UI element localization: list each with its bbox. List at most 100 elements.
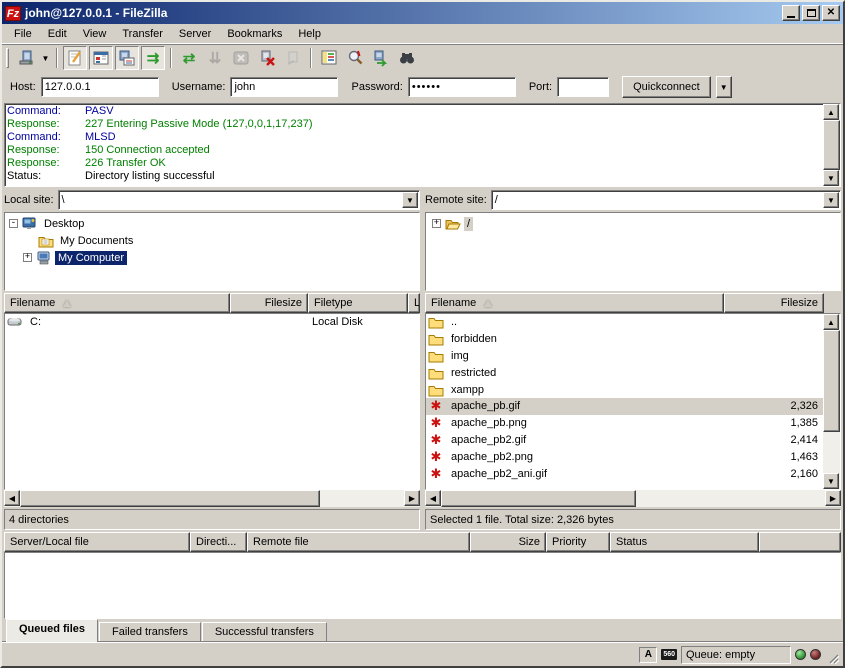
tree-item-my-documents[interactable]: My Documents <box>5 232 419 249</box>
expand-icon[interactable]: + <box>23 253 32 262</box>
expand-icon[interactable]: + <box>432 219 441 228</box>
tab-successful-transfers[interactable]: Successful transfers <box>202 622 327 642</box>
scroll-down-icon[interactable]: ▼ <box>823 473 839 489</box>
local-list-body[interactable]: C: Local Disk <box>4 313 420 490</box>
quickconnect-dropdown[interactable]: ▼ <box>716 76 732 98</box>
menu-bookmarks[interactable]: Bookmarks <box>219 25 290 43</box>
file-row[interactable]: ✱ apache_pb.png 1,385 <box>426 415 823 432</box>
process-queue-button[interactable]: ⇊ <box>203 46 227 70</box>
file-row[interactable]: ✱ apache_pb2.png 1,463 <box>426 448 823 465</box>
scroll-up-icon[interactable]: ▲ <box>823 104 839 120</box>
local-directory-tree[interactable]: - Desktop My Documents + My Computer <box>4 212 420 291</box>
disconnect-button[interactable] <box>255 46 279 70</box>
column-header-direction[interactable]: Directi... <box>190 532 247 552</box>
column-header-status[interactable]: Status <box>610 532 759 552</box>
column-header-filetype[interactable]: Filetype <box>308 293 408 313</box>
password-input[interactable] <box>408 77 516 97</box>
maximize-button[interactable] <box>802 5 820 21</box>
queue-list-body[interactable] <box>4 552 841 619</box>
toggle-message-log-button[interactable] <box>63 46 87 70</box>
scrollbar-thumb[interactable] <box>20 490 320 507</box>
chevron-down-icon[interactable]: ▼ <box>402 192 418 208</box>
menu-edit[interactable]: Edit <box>40 25 75 43</box>
resize-grip[interactable] <box>825 650 839 664</box>
refresh-button[interactable]: ⇄ <box>177 46 201 70</box>
file-row-c-drive[interactable]: C: Local Disk <box>5 314 419 331</box>
column-header-filename[interactable]: Filename <box>425 293 724 313</box>
quickconnect-button[interactable]: Quickconnect <box>622 76 711 98</box>
compare-button[interactable] <box>343 46 367 70</box>
column-header-server-local-file[interactable]: Server/Local file <box>4 532 190 552</box>
minimize-button[interactable] <box>782 5 800 21</box>
column-header-filesize[interactable]: Filesize <box>724 293 824 313</box>
menu-view[interactable]: View <box>75 25 115 43</box>
file-row[interactable]: ✱ apache_pb2_ani.gif 2,160 <box>426 465 823 482</box>
scroll-right-icon[interactable]: ▶ <box>825 490 841 506</box>
scroll-right-icon[interactable]: ▶ <box>404 490 420 506</box>
cancel-button[interactable] <box>229 46 253 70</box>
scrollbar-thumb[interactable] <box>823 120 840 170</box>
tree-item-root[interactable]: + / <box>426 215 840 232</box>
site-manager-dropdown[interactable]: ▼ <box>39 46 52 70</box>
remote-vertical-scrollbar[interactable]: ▲ ▼ <box>823 314 840 489</box>
scrollbar-thumb[interactable] <box>441 490 636 507</box>
toggle-queue-button[interactable]: ⇉ <box>141 46 165 70</box>
close-button[interactable]: ✕ <box>822 5 840 21</box>
column-header-priority[interactable]: Priority <box>546 532 610 552</box>
remote-site-combobox[interactable]: / ▼ <box>491 190 841 210</box>
scrollbar-track[interactable] <box>823 432 840 474</box>
scroll-down-icon[interactable]: ▼ <box>823 170 839 186</box>
tree-item-desktop[interactable]: - Desktop <box>5 215 419 232</box>
file-row[interactable]: forbidden <box>426 331 823 348</box>
tab-failed-transfers[interactable]: Failed transfers <box>99 622 201 642</box>
column-header-filename[interactable]: Filename <box>4 293 230 313</box>
scrollbar-thumb[interactable] <box>823 330 840 432</box>
column-header-filesize[interactable]: Filesize <box>230 293 308 313</box>
menu-server[interactable]: Server <box>171 25 219 43</box>
local-horizontal-scrollbar[interactable]: ◀ ▶ <box>4 490 420 507</box>
scroll-left-icon[interactable]: ◀ <box>4 490 20 506</box>
column-header-last-modified[interactable]: L <box>408 293 420 313</box>
filter-button[interactable] <box>317 46 341 70</box>
scrollbar-track[interactable] <box>320 490 404 507</box>
remote-list-body[interactable]: .. forbidden img <box>425 313 841 490</box>
file-row[interactable]: ✱ apache_pb2.gif 2,414 <box>426 432 823 449</box>
scroll-up-icon[interactable]: ▲ <box>823 314 839 330</box>
menu-help[interactable]: Help <box>290 25 329 43</box>
toggle-remote-tree-button[interactable] <box>115 46 139 70</box>
log-text: MLSD <box>85 131 116 144</box>
sync-browse-button[interactable] <box>369 46 393 70</box>
local-site-combobox[interactable]: \ ▼ <box>58 190 420 210</box>
host-input[interactable] <box>41 77 159 97</box>
remote-directory-tree[interactable]: + / <box>425 212 841 291</box>
speed-limit-icon[interactable]: 560 <box>661 649 677 660</box>
sort-ascending-icon <box>484 300 492 307</box>
minimize-icon <box>787 16 795 18</box>
column-header-remote-file[interactable]: Remote file <box>247 532 470 552</box>
log-scrollbar[interactable]: ▲ ▼ <box>823 104 840 186</box>
message-log-body[interactable]: Command:PASV Response:227 Entering Passi… <box>5 104 823 186</box>
menu-file[interactable]: File <box>6 25 40 43</box>
find-button[interactable] <box>395 46 419 70</box>
reconnect-button[interactable] <box>281 46 305 70</box>
collapse-icon[interactable]: - <box>9 219 18 228</box>
port-input[interactable] <box>557 77 609 97</box>
tree-item-my-computer[interactable]: + My Computer <box>5 249 419 266</box>
scrollbar-track[interactable] <box>636 490 825 507</box>
file-row[interactable]: img <box>426 348 823 365</box>
column-header-size[interactable]: Size <box>470 532 546 552</box>
file-row-selected[interactable]: ✱ apache_pb.gif 2,326 <box>426 398 823 415</box>
chevron-down-icon: ▼ <box>720 83 728 92</box>
chevron-down-icon[interactable]: ▼ <box>823 192 839 208</box>
file-row[interactable]: restricted <box>426 364 823 381</box>
data-type-ascii-icon[interactable]: A <box>639 647 657 663</box>
scroll-left-icon[interactable]: ◀ <box>425 490 441 506</box>
menu-transfer[interactable]: Transfer <box>114 25 171 43</box>
file-row[interactable]: xampp <box>426 381 823 398</box>
toggle-local-tree-button[interactable] <box>89 46 113 70</box>
site-manager-button[interactable] <box>14 46 38 70</box>
tab-queued-files[interactable]: Queued files <box>6 619 98 642</box>
remote-horizontal-scrollbar[interactable]: ◀ ▶ <box>425 490 841 507</box>
file-row[interactable]: .. <box>426 314 823 331</box>
username-input[interactable] <box>230 77 338 97</box>
